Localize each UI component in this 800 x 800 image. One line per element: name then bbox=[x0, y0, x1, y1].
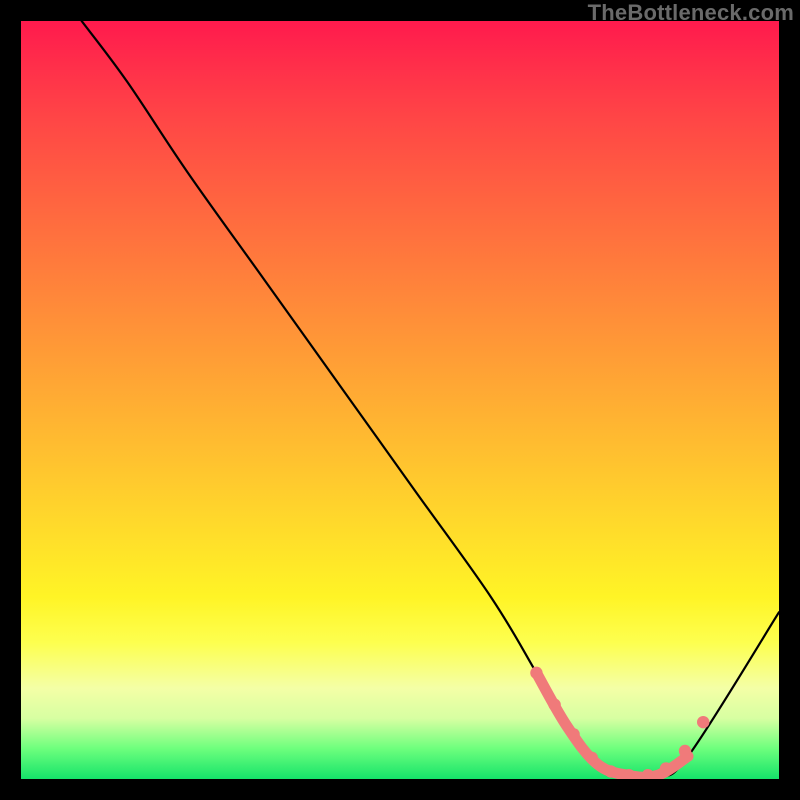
bottleneck-curve bbox=[82, 21, 779, 777]
plot-area bbox=[21, 21, 779, 779]
optimal-dot bbox=[586, 752, 598, 764]
optimal-dot bbox=[660, 762, 672, 774]
optimal-dot bbox=[530, 667, 542, 679]
optimal-range-highlight bbox=[536, 673, 688, 777]
optimal-dot bbox=[697, 716, 709, 728]
chart-stage: TheBottleneck.com bbox=[0, 0, 800, 800]
optimal-dot bbox=[642, 769, 654, 779]
optimal-dot bbox=[548, 699, 560, 711]
watermark-text: TheBottleneck.com bbox=[588, 0, 794, 26]
optimal-dot bbox=[605, 765, 617, 777]
curve-layer bbox=[21, 21, 779, 779]
optimal-dot bbox=[679, 745, 691, 757]
optimal-dot bbox=[567, 728, 579, 740]
